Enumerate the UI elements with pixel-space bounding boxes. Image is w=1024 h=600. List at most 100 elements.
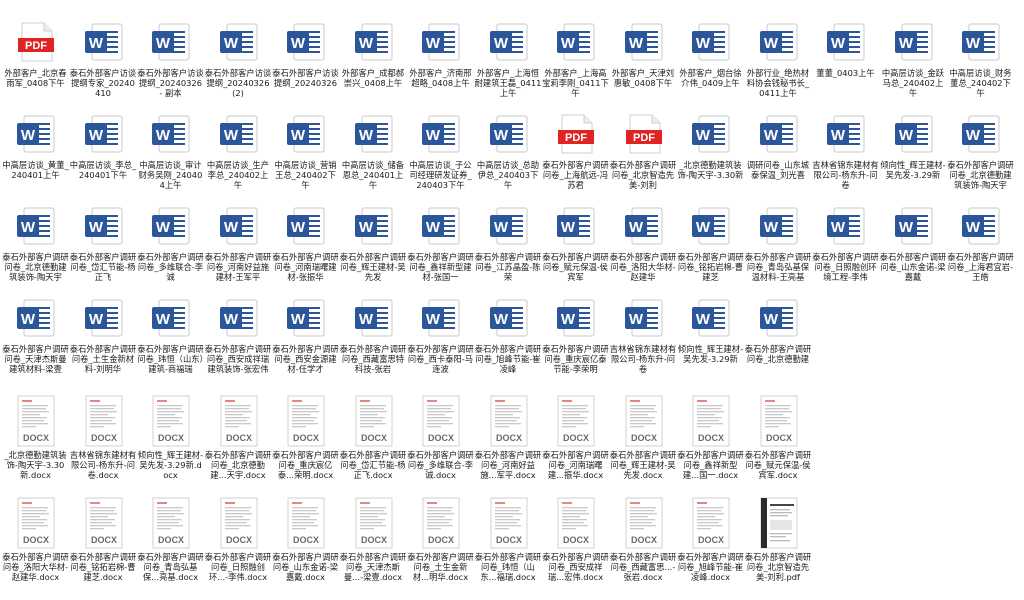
file-icon-tile[interactable]: W 董董_0403上午 xyxy=(812,16,879,114)
file-icon-tile[interactable]: W 泰石外部客户调研问卷_北京德勤建筑装饰-陶天宇 xyxy=(947,108,1014,206)
file-icon-tile[interactable]: DOCX 泰石外部客户调研问卷_赋元保温-侯宾军.docx xyxy=(745,392,812,490)
file-icon-tile[interactable]: DOCX 泰石外部客户调研问卷_洛阳大华材-赵建华.docx xyxy=(2,494,69,592)
file-icon-tile[interactable]: W 调研问卷_山东城泰保温_刘光喜 xyxy=(745,108,812,206)
file-icon-tile[interactable]: W 中高层访谈_财务董总_240402下午 xyxy=(947,16,1014,114)
file-icon-tile[interactable]: W 泰石外部客户调研问卷_西卡泰阳-马连波 xyxy=(407,292,474,390)
file-icon-tile[interactable]: W 泰石外部客户调研问卷_河南好益施建材-王军平 xyxy=(205,200,272,298)
svg-text:DOCX: DOCX xyxy=(630,433,656,443)
file-icon-tile[interactable]: W 吉林省锦东建材有限公司-杨东升-问卷 xyxy=(812,108,879,206)
file-icon-tile[interactable]: W 泰石外部客户调研问卷_洛阳大华材-赵建华 xyxy=(610,200,677,298)
file-icon-tile[interactable]: W 吉林省锦东建材有限公司-杨东升-问卷 xyxy=(610,292,677,390)
file-name-label: 泰石外部客户调研问卷_辉王建材-吴先发 xyxy=(339,252,407,282)
file-icon-tile[interactable]: W 外部客户_成都郝崇兴_0408上午 xyxy=(340,16,407,114)
file-icon-tile[interactable]: DOCX 泰石外部客户调研问卷_玮恒（山东...福瑞.docx xyxy=(475,494,542,592)
file-icon-tile[interactable]: W 泰石外部客户调研问卷_日照融创环境工程-李伟 xyxy=(812,200,879,298)
file-icon-tile[interactable]: W 泰石外部客户调研问卷_铭拓岩棉-曹建芝 xyxy=(677,200,744,298)
file-icon-tile[interactable]: DOCX 泰石外部客户调研问卷_旭峰节能-崔凌峰.docx xyxy=(677,494,744,592)
file-icon-tile[interactable]: W 泰石外部客户调研问卷_青岛弘基保温材料-王亮基 xyxy=(745,200,812,298)
file-icon-tile[interactable]: DOCX 泰石外部客户调研问卷_鑫祥新型建...国一.docx xyxy=(677,392,744,490)
file-icon-tile[interactable]: W 中高层访谈_李总_240401下午 xyxy=(70,108,137,206)
svg-text:DOCX: DOCX xyxy=(90,433,116,443)
file-icon-tile[interactable]: W 泰石外部客户调研问卷_西藏富思特科技-张岩 xyxy=(340,292,407,390)
svg-text:W: W xyxy=(763,127,778,144)
file-icon-tile[interactable]: W 中高层访谈_审计财务吴刚_240404上午 xyxy=(137,108,204,206)
file-icon-tile[interactable]: W 外部客户_烟台徐介伟_0409上午 xyxy=(677,16,744,114)
file-icon-tile[interactable]: W 泰石外部客户调研问卷_上海君宜岩-王皓 xyxy=(947,200,1014,298)
file-name-label: 泰石外部客户调研问卷_鑫祥新型建材-张国一 xyxy=(407,252,474,282)
file-icon-tile[interactable]: W 泰石外部客户调研问卷_河南瑞曙建材-张振华 xyxy=(272,200,339,298)
file-icon-tile[interactable]: 泰石外部客户调研问卷_北京智造先美-刘利.pdf xyxy=(745,494,812,592)
svg-text:DOCX: DOCX xyxy=(225,433,251,443)
file-icon-tile[interactable]: W 泰石外部客户访谈提纲_20240326(2) xyxy=(205,16,272,114)
file-icon-tile[interactable]: DOCX 泰石外部客户调研问卷_岱汇节能-杨正飞.docx xyxy=(340,392,407,490)
file-icon-tile[interactable]: W 泰石外部客户调研问卷_赋元保温-侯宾军 xyxy=(542,200,609,298)
file-icon-tile[interactable]: W 泰石外部客户调研问卷_西安成祥瑞建筑装饰-张宏伟 xyxy=(205,292,272,390)
svg-text:W: W xyxy=(291,219,306,236)
file-icon-tile[interactable]: W 中高层访谈_营销王总_240402下午 xyxy=(272,108,339,206)
file-icon-tile[interactable]: PDF 泰石外部客户调研问卷_上海航远-冯苏君 xyxy=(542,108,609,206)
file-icon-tile[interactable]: W 泰石外部客户调研问卷_北京德勤建 xyxy=(745,292,812,390)
file-icon-tile[interactable]: W 泰石外部客户调研问卷_旭峰节能-崔凌峰 xyxy=(475,292,542,390)
svg-text:W: W xyxy=(223,311,238,328)
file-icon-tile[interactable]: W 泰石外部客户访谈提纲_20240326 - 副本 xyxy=(137,16,204,114)
file-icon-tile[interactable]: DOCX 泰石外部客户调研问卷_重庆宸亿泰...荣明.docx xyxy=(272,392,339,490)
file-icon-tile[interactable]: DOCX 泰石外部客户调研问卷_北京德勤建...天宇.docx xyxy=(205,392,272,490)
svg-text:W: W xyxy=(561,219,576,236)
file-icon-tile[interactable]: W 倾向性_辉王建材-吴先发-3.29新 xyxy=(880,108,947,206)
file-icon-tile[interactable]: DOCX 泰石外部客户调研问卷_多维联合-李诚.docx xyxy=(407,392,474,490)
file-icon-tile[interactable]: DOCX 泰石外部客户调研问卷_青岛弘基保...亮基.docx xyxy=(137,494,204,592)
svg-text:DOCX: DOCX xyxy=(360,535,386,545)
file-icon-tile[interactable]: W 泰石外部客户调研问卷_多维联合-李诚 xyxy=(137,200,204,298)
file-icon-tile[interactable]: W 泰石外部客户调研问卷_辉王建材-吴先发 xyxy=(340,200,407,298)
file-icon-tile[interactable]: DOCX 倾向性_辉王建材-吴先发-3.29新.docx xyxy=(137,392,204,490)
file-icon-tile[interactable]: W 外部客户_上海高宝莉李刚_0411下午 xyxy=(542,16,609,114)
file-icon-tile[interactable]: W 泰石外部客户调研问卷_西安金源建材-任学才 xyxy=(272,292,339,390)
file-icon-tile[interactable]: DOCX 泰石外部客户调研问卷_天津杰斯曼...-梁壹.docx xyxy=(340,494,407,592)
word-document-icon: W xyxy=(824,112,868,156)
file-icon-tile[interactable]: W 泰石外部客户调研问卷_天津杰斯曼建筑材料-梁壹 xyxy=(2,292,69,390)
file-icon-tile[interactable]: W 外部行业_绝热材料协会钱秘书长_0411上午 xyxy=(745,16,812,114)
svg-text:DOCX: DOCX xyxy=(23,433,49,443)
file-icon-tile[interactable]: W 泰石外部客户调研问卷_岱汇节能-杨正飞 xyxy=(70,200,137,298)
file-icon-tile[interactable]: PDF 外部客户_北京春雨军_0408下午 xyxy=(2,16,69,114)
file-icon-tile[interactable]: DOCX 泰石外部客户调研问卷_铭拓岩棉-曹建芝.docx xyxy=(70,494,137,592)
docx-thumbnail-icon: DOCX xyxy=(352,394,396,448)
file-icon-tile[interactable]: W 泰石外部客户访谈提纲_20240326 xyxy=(272,16,339,114)
file-name-label: 泰石外部客户调研问卷_北京德勤建筑装饰-陶天宇 xyxy=(2,252,69,282)
file-icon-tile[interactable]: DOCX 泰石外部客户调研问卷_西安成祥瑞...宏伟.docx xyxy=(542,494,609,592)
file-icon-tile[interactable]: W 泰石外部客户调研问卷_重庆宸亿泰节能-李荣明 xyxy=(542,292,609,390)
file-icon-tile[interactable]: W 泰石外部客户调研问卷_江苏晶盈-陈荣 xyxy=(475,200,542,298)
svg-text:W: W xyxy=(831,127,846,144)
file-icon-tile[interactable]: W 中高层访谈_生产李总_240402上午 xyxy=(205,108,272,206)
file-icon-tile[interactable]: DOCX _北京德勤建筑装饰-陶天宇-3.30新.docx xyxy=(2,392,69,490)
file-icon-tile[interactable]: W 泰石外部客户调研问卷_土生金新材料-刘明华 xyxy=(70,292,137,390)
file-icon-tile[interactable]: W 中高层访谈_金跃马总_240402上午 xyxy=(880,16,947,114)
file-icon-tile[interactable]: DOCX 泰石外部客户调研问卷_土生金新材...明华.docx xyxy=(407,494,474,592)
file-icon-tile[interactable]: W 中高层访谈_子公司经理研发证券_240403下午 xyxy=(407,108,474,206)
file-icon-tile[interactable]: W 中高层访谈_储备恩总_240401上午 xyxy=(340,108,407,206)
file-icon-tile[interactable]: DOCX 吉林省锦东建材有限公司-杨东升-问卷.docx xyxy=(70,392,137,490)
svg-text:W: W xyxy=(763,35,778,52)
file-icon-tile[interactable]: W 泰石外部客户访谈提纲专家_20240410 xyxy=(70,16,137,114)
file-icon-tile[interactable]: DOCX 泰石外部客户调研问卷_西藏富思...-张岩.docx xyxy=(610,494,677,592)
file-icon-tile[interactable]: DOCX 泰石外部客户调研问卷_辉王建材-吴先发.docx xyxy=(610,392,677,490)
file-icon-tile[interactable]: DOCX 泰石外部客户调研问卷_日照融创环...-李伟.docx xyxy=(205,494,272,592)
file-icon-tile[interactable]: W 泰石外部客户调研问卷_山东金诺-梁嘉戴 xyxy=(880,200,947,298)
file-icon-tile[interactable]: W 泰石外部客户调研问卷_鑫祥新型建材-张国一 xyxy=(407,200,474,298)
file-icon-tile[interactable]: W 外部客户_济南邢超略_0408上午 xyxy=(407,16,474,114)
file-icon-tile[interactable]: W 泰石外部客户调研问卷_北京德勤建筑装饰-陶天宇 xyxy=(2,200,69,298)
file-icon-tile[interactable]: DOCX 泰石外部客户调研问卷_河南好益施...军平.docx xyxy=(475,392,542,490)
file-icon-tile[interactable]: W 中高层访谈_黄董_240401上午 xyxy=(2,108,69,206)
file-icon-tile[interactable]: W 泰石外部客户调研问卷_玮恒（山东）建筑-商福瑞 xyxy=(137,292,204,390)
file-icon-tile[interactable]: W 倾向性_辉王建材-吴先发-3.29新 xyxy=(677,292,744,390)
file-icon-tile[interactable]: DOCX 泰石外部客户调研问卷_河南瑞曙建...振华.docx xyxy=(542,392,609,490)
svg-text:W: W xyxy=(763,311,778,328)
file-name-label: 泰石外部客户调研问卷_山东金诺-梁嘉戴 xyxy=(879,252,947,282)
file-icon-tile[interactable]: W 外部客户_天津刘惠敏_0408下午 xyxy=(610,16,677,114)
file-icon-tile[interactable]: W 中高层访谈_总助伊总_240403下午 xyxy=(475,108,542,206)
file-icon-tile[interactable]: W 外部客户_上海恒耐建筑王磊_0411上午 xyxy=(475,16,542,114)
file-icon-tile[interactable]: DOCX 泰石外部客户调研问卷_山东金诺-梁嘉戴.docx xyxy=(272,494,339,592)
svg-text:W: W xyxy=(291,311,306,328)
file-icon-tile[interactable]: PDF 泰石外部客户调研问卷_北京智造先美-刘利 xyxy=(610,108,677,206)
file-icon-tile[interactable]: W _北京德勤建筑装饰-陶天宇-3.30新 xyxy=(677,108,744,206)
